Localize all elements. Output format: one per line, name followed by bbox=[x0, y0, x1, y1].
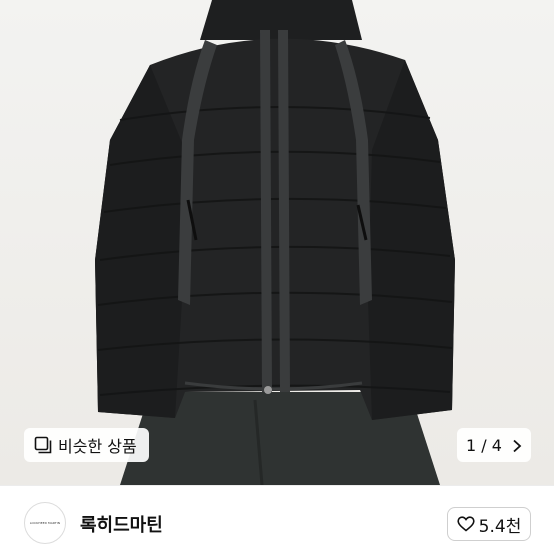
heart-icon bbox=[457, 516, 475, 532]
like-button[interactable]: 5.4천 bbox=[447, 507, 531, 541]
seller-avatar-logo: LOCKHEED MARTIN bbox=[29, 521, 61, 525]
image-pager[interactable]: 1 / 4 bbox=[457, 428, 531, 462]
like-count: 5.4천 bbox=[478, 516, 522, 537]
similar-items-label: 비슷한 상품 bbox=[58, 437, 137, 456]
chevron-right-icon[interactable] bbox=[512, 438, 522, 453]
seller-avatar[interactable]: LOCKHEED MARTIN bbox=[24, 502, 66, 544]
seller-name[interactable]: 록히드마틴 bbox=[80, 511, 163, 537]
similar-items-button[interactable]: 비슷한 상품 bbox=[24, 428, 149, 462]
similar-items-icon bbox=[34, 436, 52, 454]
image-pager-text: 1 / 4 bbox=[466, 435, 502, 455]
product-photo[interactable] bbox=[0, 0, 554, 485]
